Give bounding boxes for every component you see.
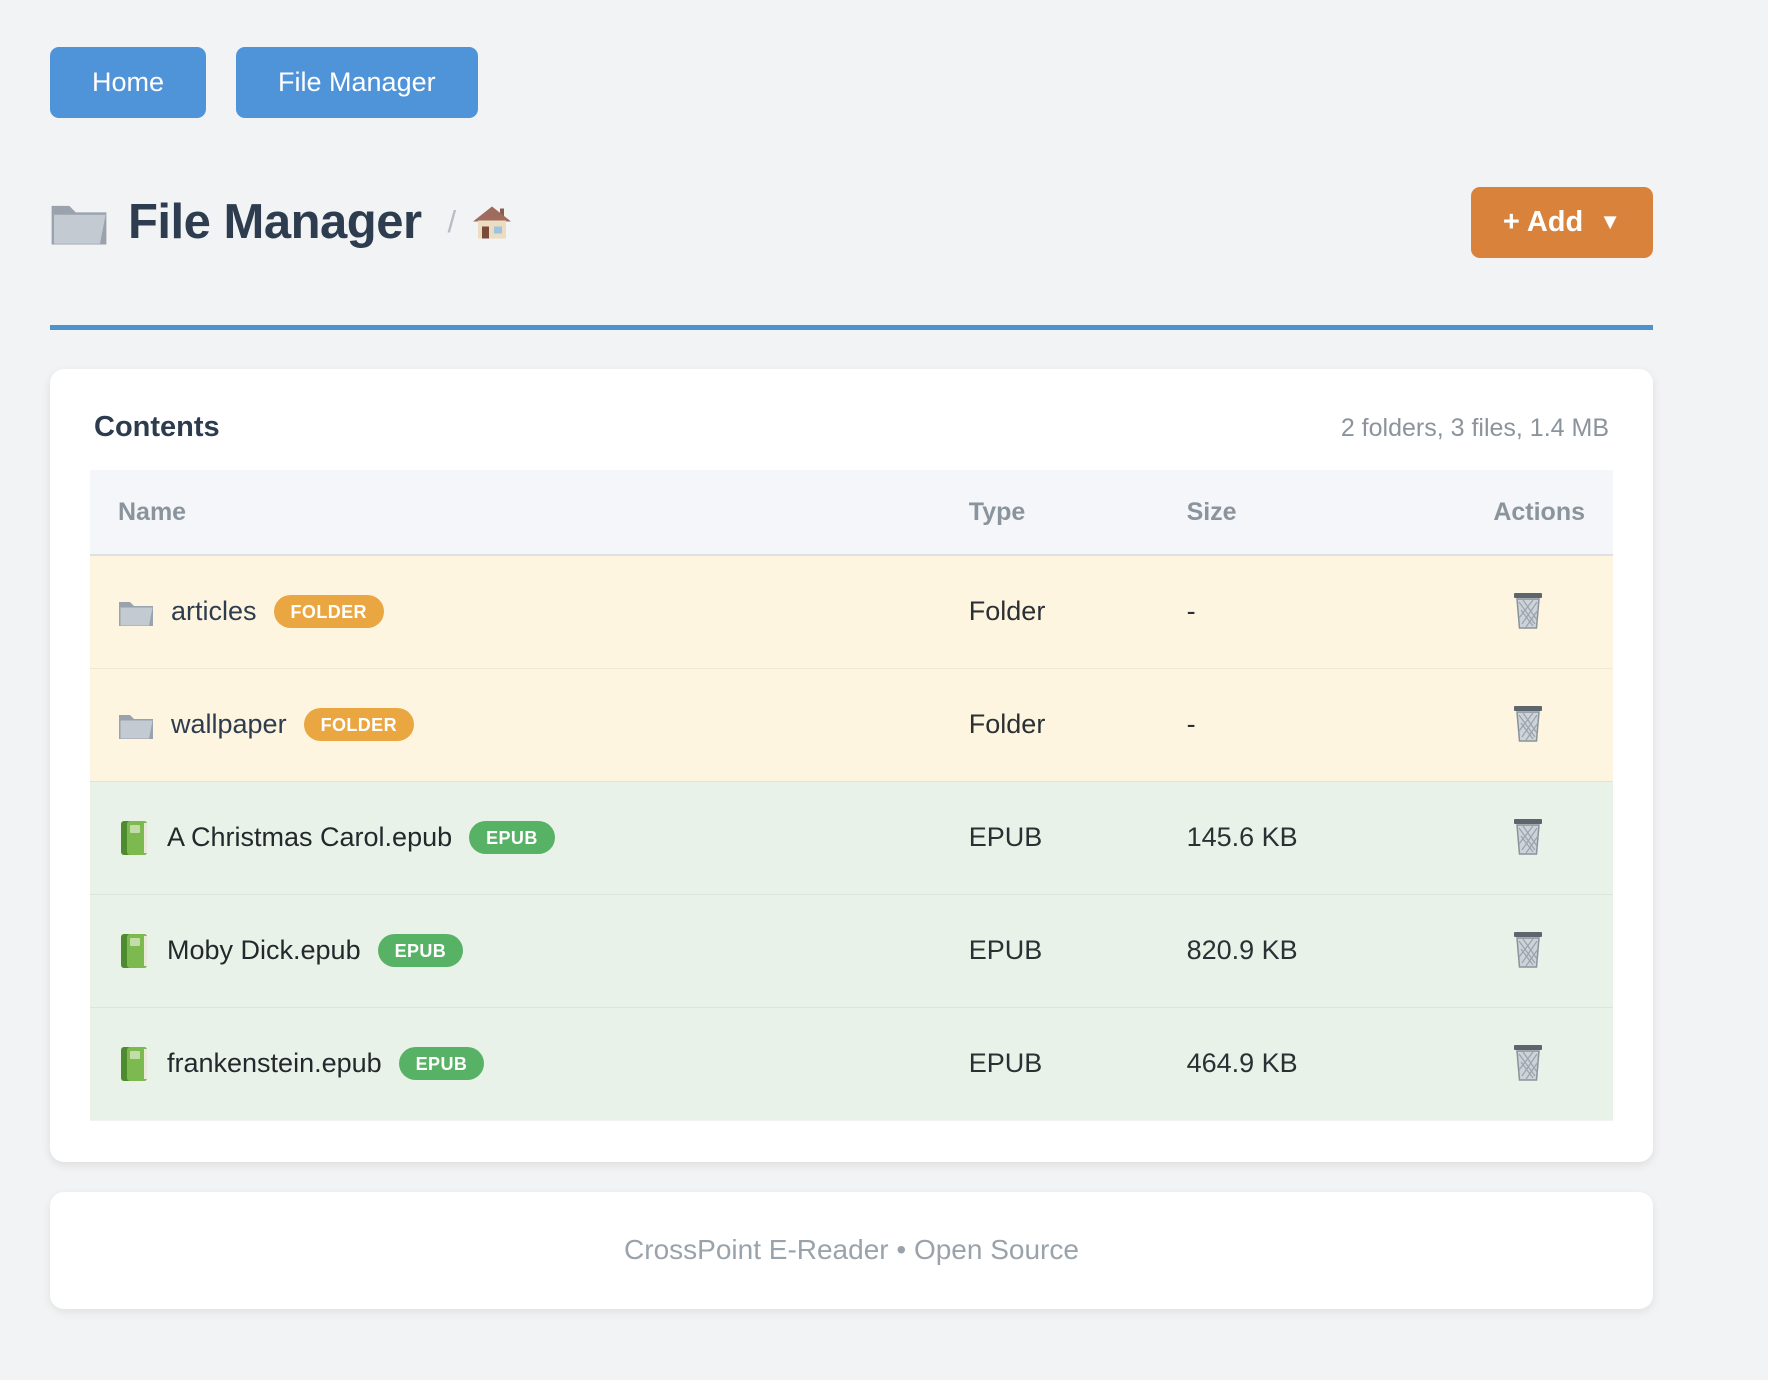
column-header-actions: Actions <box>1442 470 1613 555</box>
table-row: wallpaper FOLDER Folder - <box>90 668 1613 781</box>
column-header-type: Type <box>969 470 1187 555</box>
caret-down-icon: ▼ <box>1599 209 1621 235</box>
delete-button[interactable] <box>1507 1038 1549 1086</box>
type-cell: EPUB <box>969 894 1187 1007</box>
type-badge: EPUB <box>378 934 464 967</box>
delete-button[interactable] <box>1507 812 1549 860</box>
book-icon <box>118 819 150 857</box>
item-name[interactable]: wallpaper <box>171 709 287 740</box>
type-cell: EPUB <box>969 1007 1187 1120</box>
folder-icon <box>118 709 154 741</box>
page-container: Home File Manager File Manager / + Add ▼ <box>50 0 1653 1309</box>
table-body: articles FOLDER Folder - <box>90 555 1613 1120</box>
column-header-name: Name <box>90 470 969 555</box>
table-row: A Christmas Carol.epub EPUB EPUB 145.6 K… <box>90 781 1613 894</box>
size-cell: - <box>1187 668 1443 781</box>
folder-icon <box>118 596 154 628</box>
contents-card: Contents 2 folders, 3 files, 1.4 MB Name… <box>50 369 1653 1162</box>
type-cell: Folder <box>969 555 1187 668</box>
trash-icon <box>1511 618 1545 633</box>
breadcrumb-separator: / <box>448 204 457 240</box>
type-badge: FOLDER <box>304 708 414 741</box>
trash-icon <box>1511 1070 1545 1085</box>
contents-summary: 2 folders, 3 files, 1.4 MB <box>1341 414 1609 443</box>
footer-text: CrossPoint E-Reader • Open Source <box>624 1234 1079 1266</box>
page-header: File Manager / + Add ▼ <box>50 180 1653 264</box>
home-button[interactable]: Home <box>50 47 206 118</box>
footer-card: CrossPoint E-Reader • Open Source <box>50 1192 1653 1309</box>
column-header-size: Size <box>1187 470 1443 555</box>
folder-icon <box>50 197 108 247</box>
delete-button[interactable] <box>1507 586 1549 634</box>
trash-icon <box>1511 731 1545 746</box>
item-name[interactable]: articles <box>171 596 257 627</box>
type-badge: EPUB <box>469 821 555 854</box>
page-title: File Manager <box>128 194 422 250</box>
file-manager-button[interactable]: File Manager <box>236 47 478 118</box>
type-cell: Folder <box>969 668 1187 781</box>
table-header-row: Name Type Size Actions <box>90 470 1613 555</box>
header-divider <box>50 325 1653 330</box>
book-icon <box>118 1045 150 1083</box>
item-name[interactable]: Moby Dick.epub <box>167 935 361 966</box>
house-icon[interactable] <box>472 204 512 241</box>
type-badge: FOLDER <box>274 595 384 628</box>
table-row: articles FOLDER Folder - <box>90 555 1613 668</box>
table-row: frankenstein.epub EPUB EPUB 464.9 KB <box>90 1007 1613 1120</box>
type-badge: EPUB <box>399 1047 485 1080</box>
delete-button[interactable] <box>1507 925 1549 973</box>
size-cell: 145.6 KB <box>1187 781 1443 894</box>
size-cell: 820.9 KB <box>1187 894 1443 1007</box>
table-row: Moby Dick.epub EPUB EPUB 820.9 KB <box>90 894 1613 1007</box>
trash-icon <box>1511 957 1545 972</box>
contents-title: Contents <box>94 411 220 444</box>
add-button-label: + Add <box>1503 206 1583 239</box>
book-icon <box>118 932 150 970</box>
delete-button[interactable] <box>1507 699 1549 747</box>
size-cell: - <box>1187 555 1443 668</box>
size-cell: 464.9 KB <box>1187 1007 1443 1120</box>
type-cell: EPUB <box>969 781 1187 894</box>
item-name[interactable]: frankenstein.epub <box>167 1048 382 1079</box>
add-button[interactable]: + Add ▼ <box>1471 187 1653 258</box>
file-table: Name Type Size Actions <box>90 470 1613 1121</box>
item-name[interactable]: A Christmas Carol.epub <box>167 822 452 853</box>
trash-icon <box>1511 844 1545 859</box>
top-nav: Home File Manager <box>50 0 1653 118</box>
